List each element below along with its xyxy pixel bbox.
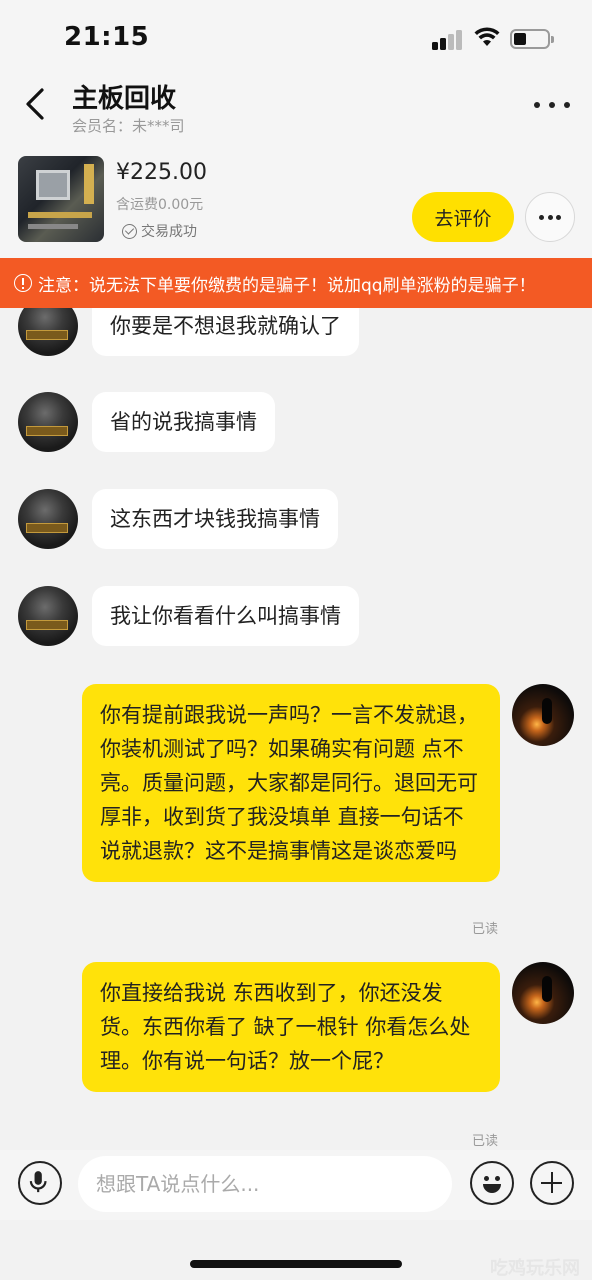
message-bubble-own[interactable]: 你有提前跟我说一声吗？一言不发就退，你装机测试了吗？如果确实有问题 点不亮。质量… [82, 684, 500, 882]
message-bubble[interactable]: 省的说我搞事情 [92, 392, 275, 452]
page-title: 主板回收 [72, 84, 177, 114]
alert-icon [14, 274, 32, 292]
product-price: ¥225.00 [116, 160, 207, 185]
member-name: 会员名：未***司 [72, 117, 185, 135]
wifi-icon [474, 27, 500, 46]
battery-icon [510, 29, 554, 49]
message-bubble[interactable]: 你要是不想退我就确认了 [92, 308, 359, 356]
seller-avatar[interactable] [18, 586, 78, 646]
shipping-fee: 含运费0.00元 [116, 197, 204, 213]
read-receipt: 已读 [472, 922, 499, 937]
plus-icon[interactable] [530, 1161, 574, 1205]
seller-avatar[interactable] [18, 392, 78, 452]
message-bubble-own[interactable]: 你直接给我说 东西收到了，你还没发货。东西你看了 缺了一根针 你看怎么处理。你有… [82, 962, 500, 1092]
user-avatar[interactable] [512, 684, 574, 746]
review-button[interactable]: 去评价 [412, 192, 514, 242]
message-input[interactable] [78, 1156, 452, 1212]
deal-status-label: 交易成功 [141, 224, 197, 240]
watermark: 吃鸡玩乐网 [490, 1258, 580, 1279]
status-bar: 21:15 [0, 0, 592, 70]
home-indicator[interactable] [190, 1260, 402, 1268]
cellular-signal-icon [432, 30, 464, 50]
product-more-button[interactable] [525, 192, 575, 242]
seller-avatar[interactable] [18, 489, 78, 549]
user-avatar[interactable] [512, 962, 574, 1024]
fraud-warning-banner: 注意：说无法下单要你缴费的是骗子！说加qq刷单涨粉的是骗子！ [0, 258, 592, 308]
message-list[interactable]: 你要是不想退我就确认了 省的说我搞事情 这东西才块钱我搞事情 我让你看看什么叫搞… [0, 308, 592, 1150]
status-time: 21:15 [64, 22, 150, 52]
check-circle-icon [122, 223, 137, 239]
more-options-icon[interactable] [532, 92, 572, 116]
message-bubble[interactable]: 我让你看看什么叫搞事情 [92, 586, 359, 646]
back-arrow-icon[interactable] [18, 84, 54, 124]
product-card[interactable]: ¥225.00 含运费0.00元 交易成功 去评价 [0, 150, 592, 258]
input-bar [0, 1150, 592, 1220]
seller-avatar[interactable] [18, 308, 78, 356]
chat-header: 主板回收 会员名：未***司 [0, 70, 592, 150]
emoji-icon[interactable] [470, 1161, 514, 1205]
product-thumbnail[interactable] [18, 156, 104, 242]
read-receipt: 已读 [472, 1134, 499, 1149]
deal-status: 交易成功 [122, 221, 197, 241]
warning-text: 注意：说无法下单要你缴费的是骗子！说加qq刷单涨粉的是骗子！ [38, 275, 536, 296]
microphone-icon[interactable] [18, 1161, 62, 1205]
message-bubble[interactable]: 这东西才块钱我搞事情 [92, 489, 338, 549]
